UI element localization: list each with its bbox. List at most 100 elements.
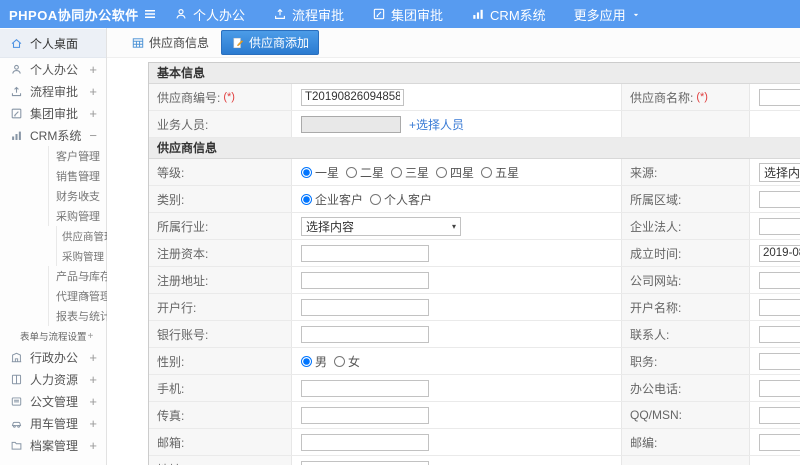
sidebar-item-sales-mgmt[interactable]: 销售管理 + xyxy=(0,166,106,186)
sidebar-item-product-inventory[interactable]: 产品与库存 + xyxy=(0,266,111,286)
position-input[interactable] xyxy=(759,352,800,370)
sidebar-item-finance-income[interactable]: 财务收支 + xyxy=(0,186,106,206)
office-phone-input[interactable] xyxy=(759,379,800,397)
nav-item-label: 集团审批 xyxy=(391,7,444,23)
sidebar-item-agent-mgmt[interactable]: 代理商管理 + xyxy=(0,286,111,306)
sidebar-item-admin-office[interactable]: 行政办公 + xyxy=(0,346,106,368)
expand-plus-icon[interactable]: + xyxy=(89,106,97,121)
expand-plus-icon[interactable]: + xyxy=(83,169,90,183)
level-radio-3[interactable]: 四星 xyxy=(436,164,474,181)
gender-radio-input[interactable] xyxy=(301,355,312,367)
sidebar-item-form-flow-settings[interactable]: 表单与流程设置 + xyxy=(0,326,106,346)
expand-plus-icon[interactable]: + xyxy=(83,149,90,163)
nav-item-label: 更多应用 xyxy=(573,7,626,23)
form-label-cell: 供应商名称: (*) xyxy=(622,84,750,110)
address-input[interactable] xyxy=(301,460,429,465)
level-radio-1[interactable]: 二星 xyxy=(346,164,384,181)
form-label-cell: 性别: xyxy=(149,348,292,374)
expand-plus-icon[interactable]: + xyxy=(89,438,97,453)
website-input[interactable] xyxy=(759,271,800,289)
level-radio-0[interactable]: 一星 xyxy=(301,164,339,181)
sidebar-item-purchase-mgmt[interactable]: 采购管理 − xyxy=(0,206,106,226)
bank-input[interactable] xyxy=(301,298,429,316)
home-icon xyxy=(10,37,23,50)
sidebar-item-human-resources[interactable]: 人力资源 + xyxy=(0,368,106,390)
expand-plus-icon[interactable]: + xyxy=(83,289,90,303)
level-radio-4[interactable]: 五星 xyxy=(481,164,519,181)
nav-item-group-approval[interactable]: 集团审批 xyxy=(372,5,443,24)
gender-radio-0[interactable]: 男 xyxy=(301,353,327,370)
sidebar-item-customer-mgmt[interactable]: 客户管理 + xyxy=(0,146,106,166)
level-radio-input[interactable] xyxy=(301,166,312,178)
supplier-name-input[interactable] xyxy=(759,88,800,106)
nav-item-crm-system[interactable]: CRM系统 xyxy=(471,5,546,24)
nav-item-workflow-approval[interactable]: 流程审批 xyxy=(273,5,344,24)
sales-person-input[interactable] xyxy=(301,115,401,133)
category-radio-input[interactable] xyxy=(370,193,382,205)
form-label-cell: 业务人员: xyxy=(149,111,292,137)
expand-plus-icon[interactable]: + xyxy=(89,394,97,409)
form-label-cell: QQ/MSN: xyxy=(622,402,750,428)
category-radio-0[interactable]: 企业客户 xyxy=(301,191,363,208)
choose-person-link[interactable]: +选择人员 xyxy=(409,116,464,133)
category-radio-input[interactable] xyxy=(301,193,312,205)
founding-date-input[interactable] xyxy=(759,244,800,262)
level-radio-2[interactable]: 三星 xyxy=(391,164,429,181)
region-input[interactable] xyxy=(759,190,800,208)
expand-plus-icon[interactable]: + xyxy=(83,189,90,203)
expand-plus-icon[interactable]: + xyxy=(89,372,97,387)
sidebar-item-personal-office[interactable]: 个人办公 + xyxy=(0,58,106,80)
sidebar-item-crm-system[interactable]: CRM系统 − xyxy=(0,124,106,146)
sidebar-item-document-mgmt[interactable]: 公文管理 + xyxy=(0,390,106,412)
sidebar-item-vehicle-mgmt[interactable]: 用车管理 + xyxy=(0,412,106,434)
expand-plus-icon[interactable]: + xyxy=(89,416,97,431)
legal-person-input[interactable] xyxy=(759,217,800,235)
form-label-cell: 公司网站: xyxy=(622,267,750,293)
qq-msn-input[interactable] xyxy=(759,406,800,424)
sidebar-item-supplier-mgmt[interactable]: 供应商管理 xyxy=(0,226,115,246)
industry-select[interactable]: 选择内容 ▾ xyxy=(301,216,461,236)
expand-plus-icon[interactable]: + xyxy=(89,84,97,99)
collapse-minus-icon[interactable]: − xyxy=(89,128,97,143)
nav-item-more-apps[interactable]: 更多应用 xyxy=(574,5,641,24)
tab-supplier-add[interactable]: 供应商添加 xyxy=(221,30,320,55)
sidebar-item-label: 财务收支 xyxy=(56,191,100,203)
expand-plus-icon[interactable]: + xyxy=(89,62,97,77)
sidebar-item-workflow-approval[interactable]: 流程审批 + xyxy=(0,80,106,102)
account-name-input[interactable] xyxy=(759,298,800,316)
expand-plus-icon[interactable]: + xyxy=(89,350,97,365)
sidebar-item-personal-desktop[interactable]: 个人桌面 xyxy=(0,29,106,58)
mobile-input[interactable] xyxy=(301,379,429,397)
email-input[interactable] xyxy=(301,433,429,451)
registered-address-input[interactable] xyxy=(301,271,429,289)
sidebar-item-reports-stats[interactable]: 报表与统计 xyxy=(0,306,111,326)
expand-plus-icon[interactable]: + xyxy=(83,269,90,283)
tab-supplier-info[interactable]: 供应商信息 xyxy=(131,34,209,51)
chart-icon xyxy=(10,129,23,142)
level-radio-input[interactable] xyxy=(481,166,493,178)
radio-label: 四星 xyxy=(450,165,475,180)
form-label-cell: 来源: xyxy=(622,159,750,185)
gender-radio-input[interactable] xyxy=(334,355,346,367)
registered-capital-input[interactable] xyxy=(301,244,429,262)
sidebar-item-group-approval[interactable]: 集团审批 + xyxy=(0,102,106,124)
level-radio-input[interactable] xyxy=(391,166,403,178)
fax-input[interactable] xyxy=(301,406,429,424)
zip-code-input[interactable] xyxy=(759,433,800,451)
collapse-minus-icon[interactable]: − xyxy=(83,209,90,223)
nav-item-personal-office[interactable]: 个人办公 xyxy=(174,5,245,24)
level-radio-input[interactable] xyxy=(346,166,358,178)
source-select[interactable]: 选择内容▾ xyxy=(759,162,800,182)
expand-plus-icon[interactable]: + xyxy=(88,331,94,342)
contact-person-input[interactable] xyxy=(759,325,800,343)
sidebar-item-archive-mgmt[interactable]: 档案管理 + xyxy=(0,434,106,456)
supplier-code-input[interactable] xyxy=(301,88,404,106)
hamburger-icon[interactable] xyxy=(142,6,158,22)
bank-account-input[interactable] xyxy=(301,325,429,343)
category-radio-1[interactable]: 个人客户 xyxy=(370,191,432,208)
form-value-cell xyxy=(292,84,622,110)
form-label-cell: 企业法人: xyxy=(622,213,750,239)
sidebar-item-purchasing[interactable]: 采购管理 xyxy=(0,246,106,266)
gender-radio-1[interactable]: 女 xyxy=(334,353,360,370)
level-radio-input[interactable] xyxy=(436,166,448,178)
